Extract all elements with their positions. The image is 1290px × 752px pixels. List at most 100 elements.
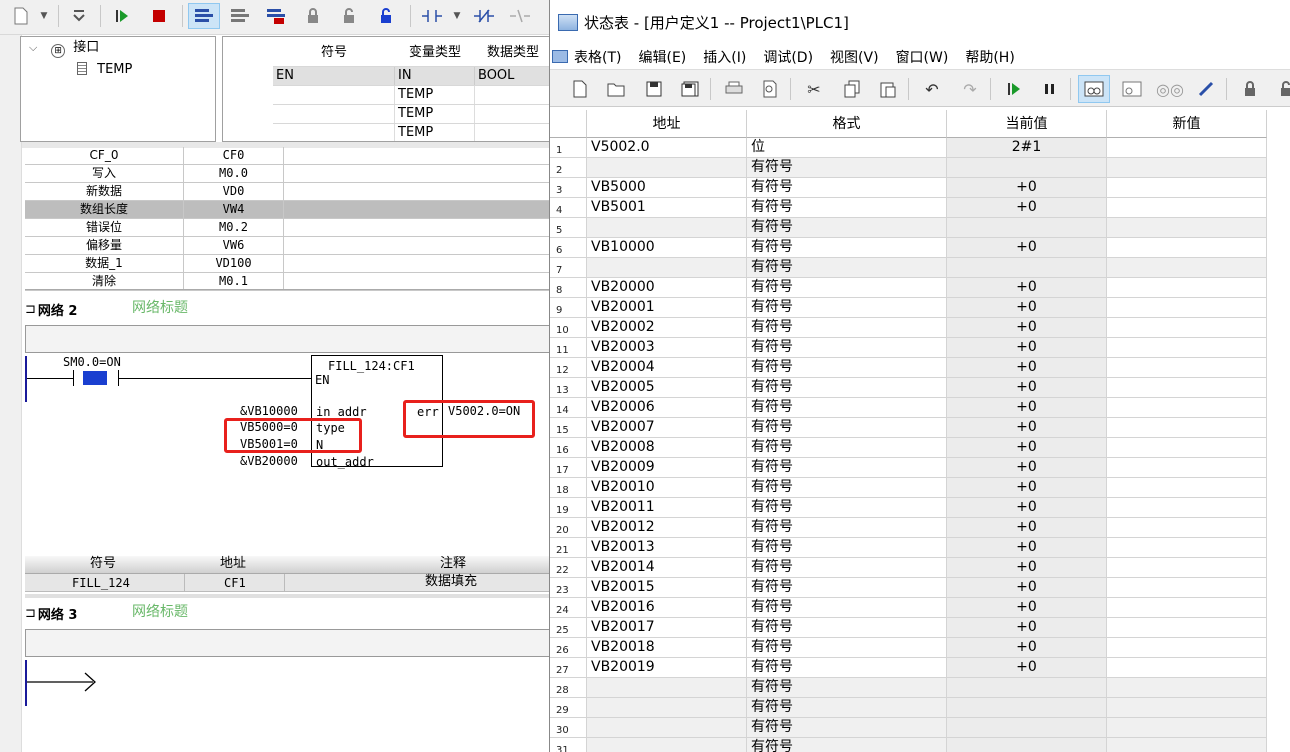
- cell-new-value[interactable]: [1107, 498, 1267, 518]
- cell-format[interactable]: 有符号: [747, 398, 947, 418]
- table-row[interactable]: 4 VB5001 有符号 +0: [550, 198, 1290, 218]
- run-icon[interactable]: [108, 3, 136, 29]
- cell-format[interactable]: 有符号: [747, 438, 947, 458]
- collapse-icon[interactable]: ⊐: [25, 302, 36, 317]
- status-table-icon[interactable]: [262, 3, 290, 29]
- menu-window[interactable]: 窗口(W): [896, 47, 949, 67]
- pause-status-icon[interactable]: [226, 3, 254, 29]
- cell-address[interactable]: VB10000: [587, 238, 747, 258]
- cell-address[interactable]: [587, 218, 747, 238]
- copy-icon[interactable]: [838, 75, 866, 103]
- cell-symbol[interactable]: [273, 105, 395, 124]
- cell-new-value[interactable]: [1107, 418, 1267, 438]
- table-row[interactable]: 1 V5002.0 位 2#1: [550, 138, 1290, 158]
- symbol-row[interactable]: FILL_124 CF1 数据填充: [25, 574, 550, 592]
- input-in-addr[interactable]: &VB10000: [240, 404, 298, 418]
- table-row[interactable]: 28 有符号: [550, 678, 1290, 698]
- menu-debug[interactable]: 调试(D): [763, 47, 813, 67]
- column-header[interactable]: 变量类型: [395, 42, 475, 64]
- open-folder-icon[interactable]: [602, 75, 630, 103]
- column-header[interactable]: 数据类型: [475, 42, 549, 64]
- cell-format[interactable]: 有符号: [747, 598, 947, 618]
- undo-icon[interactable]: ↶: [918, 75, 946, 103]
- table-row[interactable]: 24 VB20016 有符号 +0: [550, 598, 1290, 618]
- cell-format[interactable]: 有符号: [747, 298, 947, 318]
- column-header-format[interactable]: 格式: [747, 110, 947, 138]
- cell-address[interactable]: VB20007: [587, 418, 747, 438]
- cell-new-value[interactable]: [1107, 398, 1267, 418]
- symbol-row[interactable]: 新数据 VD0: [25, 183, 550, 201]
- cell-address[interactable]: VB20001: [587, 298, 747, 318]
- cell-new-value[interactable]: [1107, 478, 1267, 498]
- network-end-arrow-icon[interactable]: [27, 670, 99, 694]
- cell-format[interactable]: 有符号: [747, 638, 947, 658]
- table-row[interactable]: 19 VB20011 有符号 +0: [550, 498, 1290, 518]
- cut-icon[interactable]: ✂: [800, 75, 828, 103]
- cell-format[interactable]: 有符号: [747, 498, 947, 518]
- cell-new-value[interactable]: [1107, 438, 1267, 458]
- cell-new-value[interactable]: [1107, 638, 1267, 658]
- cell-address[interactable]: VB20017: [587, 618, 747, 638]
- new-icon[interactable]: [566, 75, 594, 103]
- cell-format[interactable]: 有符号: [747, 318, 947, 338]
- cell-format[interactable]: 有符号: [747, 578, 947, 598]
- cell-new-value[interactable]: [1107, 738, 1267, 752]
- menu-table[interactable]: 表格(T): [574, 47, 621, 67]
- table-row[interactable]: 6 VB10000 有符号 +0: [550, 238, 1290, 258]
- collapse-icon[interactable]: ⊐: [25, 606, 36, 621]
- cell-format[interactable]: 有符号: [747, 178, 947, 198]
- lock-icon[interactable]: [1236, 75, 1264, 103]
- cell-symbol[interactable]: EN: [273, 67, 395, 85]
- cell-format[interactable]: 有符号: [747, 258, 947, 278]
- cell-format[interactable]: 有符号: [747, 558, 947, 578]
- menu-view[interactable]: 视图(V): [830, 47, 879, 67]
- table-row[interactable]: 3 VB5000 有符号 +0: [550, 178, 1290, 198]
- cell-new-value[interactable]: [1107, 138, 1267, 158]
- table-row[interactable]: 8 VB20000 有符号 +0: [550, 278, 1290, 298]
- cell-address[interactable]: VB20012: [587, 518, 747, 538]
- cell-new-value[interactable]: [1107, 538, 1267, 558]
- table-row[interactable]: 9 VB20001 有符号 +0: [550, 298, 1290, 318]
- table-row[interactable]: 7 有符号: [550, 258, 1290, 278]
- cell-symbol[interactable]: [273, 86, 395, 105]
- cell-new-value[interactable]: [1107, 298, 1267, 318]
- table-row[interactable]: TEMP: [273, 104, 549, 124]
- table-row[interactable]: 25 VB20017 有符号 +0: [550, 618, 1290, 638]
- cell-format[interactable]: 有符号: [747, 538, 947, 558]
- cell-new-value[interactable]: [1107, 238, 1267, 258]
- table-row[interactable]: 22 VB20014 有符号 +0: [550, 558, 1290, 578]
- program-status-icon[interactable]: [188, 3, 220, 29]
- menu-help[interactable]: 帮助(H): [965, 47, 1014, 67]
- symbol-row[interactable]: 写入 M0.0: [25, 165, 550, 183]
- cell-address[interactable]: VB20008: [587, 438, 747, 458]
- cell-format[interactable]: 有符号: [747, 198, 947, 218]
- cell-address[interactable]: VB20000: [587, 278, 747, 298]
- cell-data-type[interactable]: [475, 86, 549, 104]
- cell-format[interactable]: 有符号: [747, 698, 947, 718]
- cell-new-value[interactable]: [1107, 358, 1267, 378]
- cell-address[interactable]: VB5001: [587, 198, 747, 218]
- cell-new-value[interactable]: [1107, 558, 1267, 578]
- save-all-icon[interactable]: [676, 75, 704, 103]
- table-row[interactable]: 11 VB20003 有符号 +0: [550, 338, 1290, 358]
- cell-new-value[interactable]: [1107, 678, 1267, 698]
- table-row[interactable]: 20 VB20012 有符号 +0: [550, 518, 1290, 538]
- input-out-addr[interactable]: &VB20000: [240, 454, 298, 468]
- symbol-row[interactable]: 数组长度 VW4: [25, 201, 550, 219]
- cell-format[interactable]: 有符号: [747, 618, 947, 638]
- stop-icon[interactable]: [145, 3, 173, 29]
- table-row[interactable]: 2 有符号: [550, 158, 1290, 178]
- cell-address[interactable]: VB20016: [587, 598, 747, 618]
- cell-address[interactable]: VB20018: [587, 638, 747, 658]
- cell-new-value[interactable]: [1107, 698, 1267, 718]
- network-comment-bar[interactable]: [25, 325, 550, 353]
- cell-address[interactable]: VB20002: [587, 318, 747, 338]
- tree-node-temp[interactable]: TEMP: [77, 61, 132, 79]
- table-row[interactable]: 29 有符号: [550, 698, 1290, 718]
- column-header-address[interactable]: 地址: [587, 110, 747, 138]
- table-row[interactable]: 13 VB20005 有符号 +0: [550, 378, 1290, 398]
- column-header-current-value[interactable]: 当前值: [947, 110, 1107, 138]
- table-row[interactable]: 27 VB20019 有符号 +0: [550, 658, 1290, 678]
- table-row[interactable]: 31 有符号: [550, 738, 1290, 752]
- cell-var-type[interactable]: IN: [395, 67, 475, 85]
